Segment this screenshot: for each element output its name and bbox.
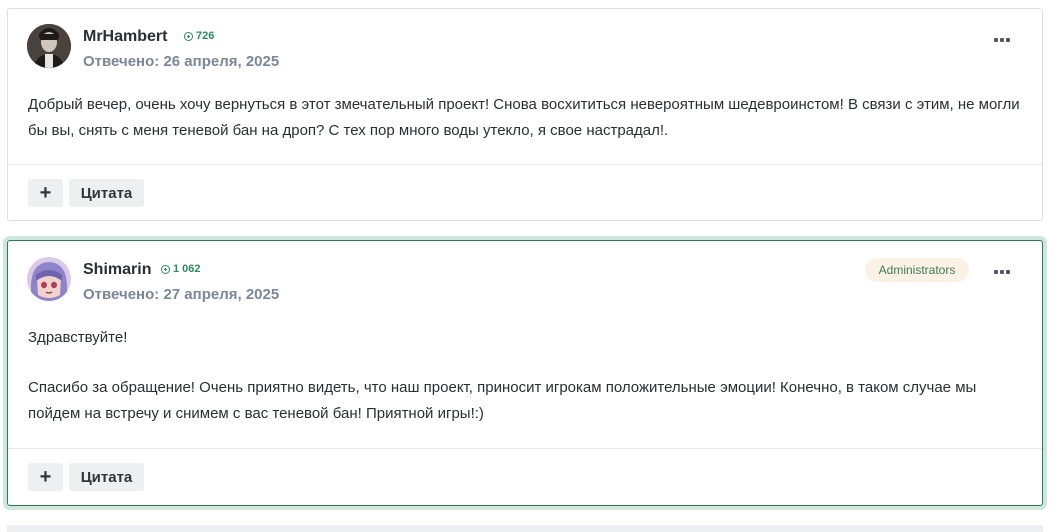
ellipsis-icon[interactable] (994, 31, 1012, 42)
react-plus-button[interactable]: + (28, 463, 63, 491)
divider (8, 448, 1042, 449)
post-date[interactable]: Отвечено: 27 апреля, 2025 (83, 286, 279, 303)
post-date[interactable]: Отвечено: 26 апреля, 2025 (83, 53, 279, 70)
author-name[interactable]: MrHambert (83, 28, 167, 46)
plus-circle-icon (184, 31, 193, 41)
divider (8, 164, 1042, 165)
quote-button[interactable]: Цитата (69, 179, 144, 207)
react-plus-button[interactable]: + (28, 179, 63, 207)
reputation-badge: 1 062 (161, 263, 201, 275)
reputation-value: 1 062 (173, 263, 201, 275)
post-mrhambert: MrHambert 726 Отвечено: 26 апреля, 2025 … (7, 8, 1043, 221)
avatar[interactable] (27, 257, 71, 301)
ellipsis-icon[interactable] (994, 263, 1012, 274)
reputation-value: 726 (196, 30, 215, 42)
post-paragraph: Добрый вечер, очень хочу вернуться в это… (28, 96, 1020, 139)
next-post-edge (7, 525, 1043, 532)
author-name[interactable]: Shimarin (83, 261, 151, 279)
post-shimarin: Shimarin 1 062 Отвечено: 27 апреля, 2025… (7, 240, 1043, 506)
post-paragraph: Спасибо за обращение! Очень приятно виде… (28, 379, 977, 422)
avatar[interactable] (27, 24, 71, 68)
group-badge: Administrators (865, 258, 969, 282)
post-content: Здравствуйте! Спасибо за обращение! Очен… (28, 325, 1032, 427)
post-paragraph: Здравствуйте! (28, 329, 128, 346)
quote-button[interactable]: Цитата (69, 463, 144, 491)
plus-circle-icon (161, 264, 170, 274)
post-content: Добрый вечер, очень хочу вернуться в это… (28, 92, 1032, 144)
reputation-badge: 726 (184, 30, 214, 42)
